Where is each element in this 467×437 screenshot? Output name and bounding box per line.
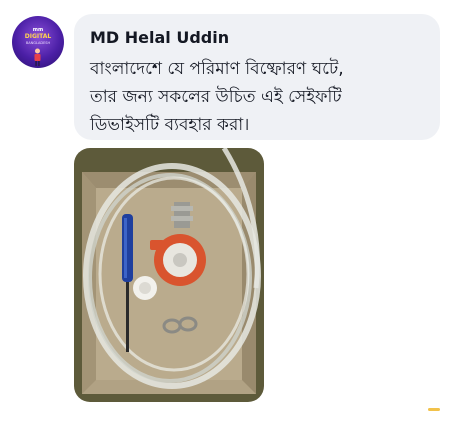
comment-bubble: MD Helal Uddin বাংলাদেশে যে পরিমাণ বিষ্ফ… — [74, 14, 440, 140]
comment-text-line: তার জন্য সকলের উচিত এই সেইফটি — [90, 87, 342, 107]
photo-image — [74, 148, 264, 402]
avatar-badge-tag: BANGLADESH — [25, 41, 51, 45]
comment-text-line: ডিভাইসটি ব্যবহার করা। — [90, 115, 250, 135]
comment-photo-attachment[interactable] — [74, 148, 264, 402]
avatar-person-icon — [34, 48, 41, 66]
comment-avatar[interactable]: mm DIGITAL BANGLADESH — [12, 16, 64, 68]
comment-text-line: বাংলাদেশে যে পরিমাণ বিষ্ফোরণ ঘটে, — [90, 59, 344, 79]
comment-author-name[interactable]: MD Helal Uddin — [90, 28, 229, 47]
scroll-indicator — [428, 408, 440, 411]
avatar-badge-logo: DIGITAL — [24, 33, 52, 40]
